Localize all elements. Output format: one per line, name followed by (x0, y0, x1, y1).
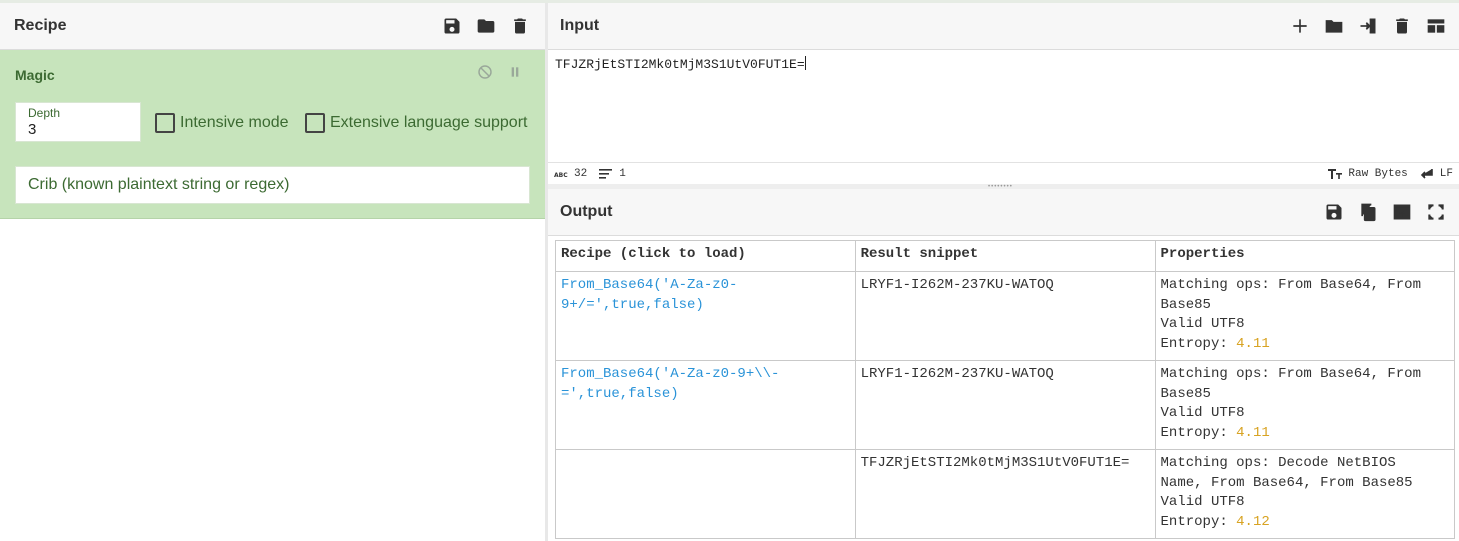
replace-input-icon[interactable] (1391, 201, 1413, 223)
output-title: Output (560, 203, 613, 220)
save-icon[interactable] (1323, 201, 1345, 223)
recipe-panel: Recipe Magic Depth 3 Intensive mode Exte… (0, 3, 545, 541)
recipe-title: Recipe (14, 17, 67, 34)
layout-icon[interactable] (1425, 15, 1447, 37)
trash-icon[interactable] (509, 15, 531, 37)
depth-field[interactable]: Depth 3 (15, 102, 141, 142)
table-row: From_Base64('A-Za-z0-9+\\- =',true,false)… (555, 360, 1456, 450)
operation-controls (477, 64, 523, 85)
intensive-mode-label: Intensive mode (180, 114, 289, 131)
column-header: Properties (1154, 240, 1456, 272)
trash-icon[interactable] (1391, 15, 1413, 37)
entropy-value: 4.11 (1236, 336, 1270, 353)
pause-icon[interactable] (507, 64, 523, 85)
output-toolbar (1323, 201, 1447, 223)
folder-icon[interactable] (475, 15, 497, 37)
entropy-value: 4.11 (1236, 425, 1270, 442)
extensive-language-checkbox[interactable]: Extensive language support (305, 113, 527, 133)
recipe-link[interactable]: From_Base64('A-Za-z0- 9+/=',true,false) (561, 277, 737, 313)
snippet-cell: LRYF1-I262M-237KU-WATOQ (854, 271, 1156, 361)
checkbox-icon[interactable] (305, 113, 325, 133)
column-header: Result snippet (854, 240, 1156, 272)
status-left: ABC 32 1 (554, 168, 626, 180)
crib-input[interactable]: Crib (known plaintext string or regex) (15, 166, 530, 204)
io-panel: Input TFJZRjEtSTI2Mk0tMjM3S1UtV0FUT1E= A… (548, 3, 1459, 541)
recipe-cell[interactable]: From_Base64('A-Za-z0-9+\\- =',true,false) (555, 360, 856, 450)
input-text: TFJZRjEtSTI2Mk0tMjM3S1UtV0FUT1E= (555, 57, 805, 72)
lines-icon (599, 168, 613, 179)
magic-results-table: Recipe (click to load) Result snippet Pr… (555, 240, 1456, 539)
copy-icon[interactable] (1357, 201, 1379, 223)
maximize-icon[interactable] (1425, 201, 1447, 223)
properties-cell: Matching ops: Decode NetBIOS Name, From … (1154, 449, 1456, 539)
length-value: 32 (574, 167, 588, 180)
return-icon (1420, 168, 1433, 179)
input-toolbar (1289, 15, 1447, 37)
operation-title: Magic (15, 67, 55, 83)
open-folder-icon[interactable] (1323, 15, 1345, 37)
eol-selector[interactable]: LF (1420, 168, 1453, 180)
import-icon[interactable] (1357, 15, 1379, 37)
table-row: TFJZRjEtSTI2Mk0tMjM3S1UtV0FUT1E= Matchin… (555, 449, 1456, 539)
table-header-row: Recipe (click to load) Result snippet Pr… (555, 240, 1456, 272)
recipe-link[interactable]: From_Base64('A-Za-z0-9+\\- =',true,false) (561, 366, 779, 402)
encoding-value: Raw Bytes (1348, 167, 1408, 180)
length-stat: ABC 32 (554, 168, 587, 180)
depth-label: Depth (28, 106, 61, 120)
eol-value: LF (1439, 167, 1453, 180)
output-header: Output (548, 189, 1459, 236)
save-icon[interactable] (441, 15, 463, 37)
input-header: Input (548, 3, 1459, 50)
intensive-mode-checkbox[interactable]: Intensive mode (155, 113, 289, 133)
input-status-bar: ABC 32 1 Raw Bytes LF (548, 162, 1459, 184)
extensive-language-label: Extensive language support (330, 114, 528, 131)
abc-icon: ABC (554, 172, 568, 179)
column-header: Recipe (click to load) (555, 240, 856, 272)
input-title: Input (560, 17, 600, 34)
recipe-header: Recipe (0, 3, 545, 50)
checkbox-icon[interactable] (155, 113, 175, 133)
properties-cell: Matching ops: From Base64, From Base85 V… (1154, 271, 1456, 361)
recipe-cell[interactable] (555, 449, 856, 539)
lines-stat: 1 (599, 168, 626, 180)
lines-value: 1 (619, 167, 626, 180)
status-right: Raw Bytes LF (1328, 168, 1453, 180)
app-root: Recipe Magic Depth 3 Intensive mode Exte… (0, 0, 1459, 541)
input-textarea[interactable]: TFJZRjEtSTI2Mk0tMjM3S1UtV0FUT1E= (548, 50, 1459, 162)
magic-operation[interactable]: Magic Depth 3 Intensive mode Extensive l… (0, 50, 545, 219)
recipe-toolbar (441, 15, 531, 37)
text-size-icon (1328, 168, 1343, 179)
entropy-value: 4.12 (1236, 514, 1270, 531)
table-row: From_Base64('A-Za-z0- 9+/=',true,false) L… (555, 271, 1456, 361)
recipe-cell[interactable]: From_Base64('A-Za-z0- 9+/=',true,false) (555, 271, 856, 361)
snippet-cell: LRYF1-I262M-237KU-WATOQ (854, 360, 1156, 450)
depth-value[interactable]: 3 (28, 121, 128, 138)
svg-text:ABC: ABC (554, 172, 568, 179)
text-caret (804, 56, 806, 70)
plus-icon[interactable] (1289, 15, 1311, 37)
properties-cell: Matching ops: From Base64, From Base85 V… (1154, 360, 1456, 450)
encoding-selector[interactable]: Raw Bytes (1328, 167, 1408, 180)
crib-placeholder: Crib (known plaintext string or regex) (28, 176, 290, 193)
snippet-cell: TFJZRjEtSTI2Mk0tMjM3S1UtV0FUT1E= (854, 449, 1156, 539)
disable-icon[interactable] (477, 64, 493, 85)
